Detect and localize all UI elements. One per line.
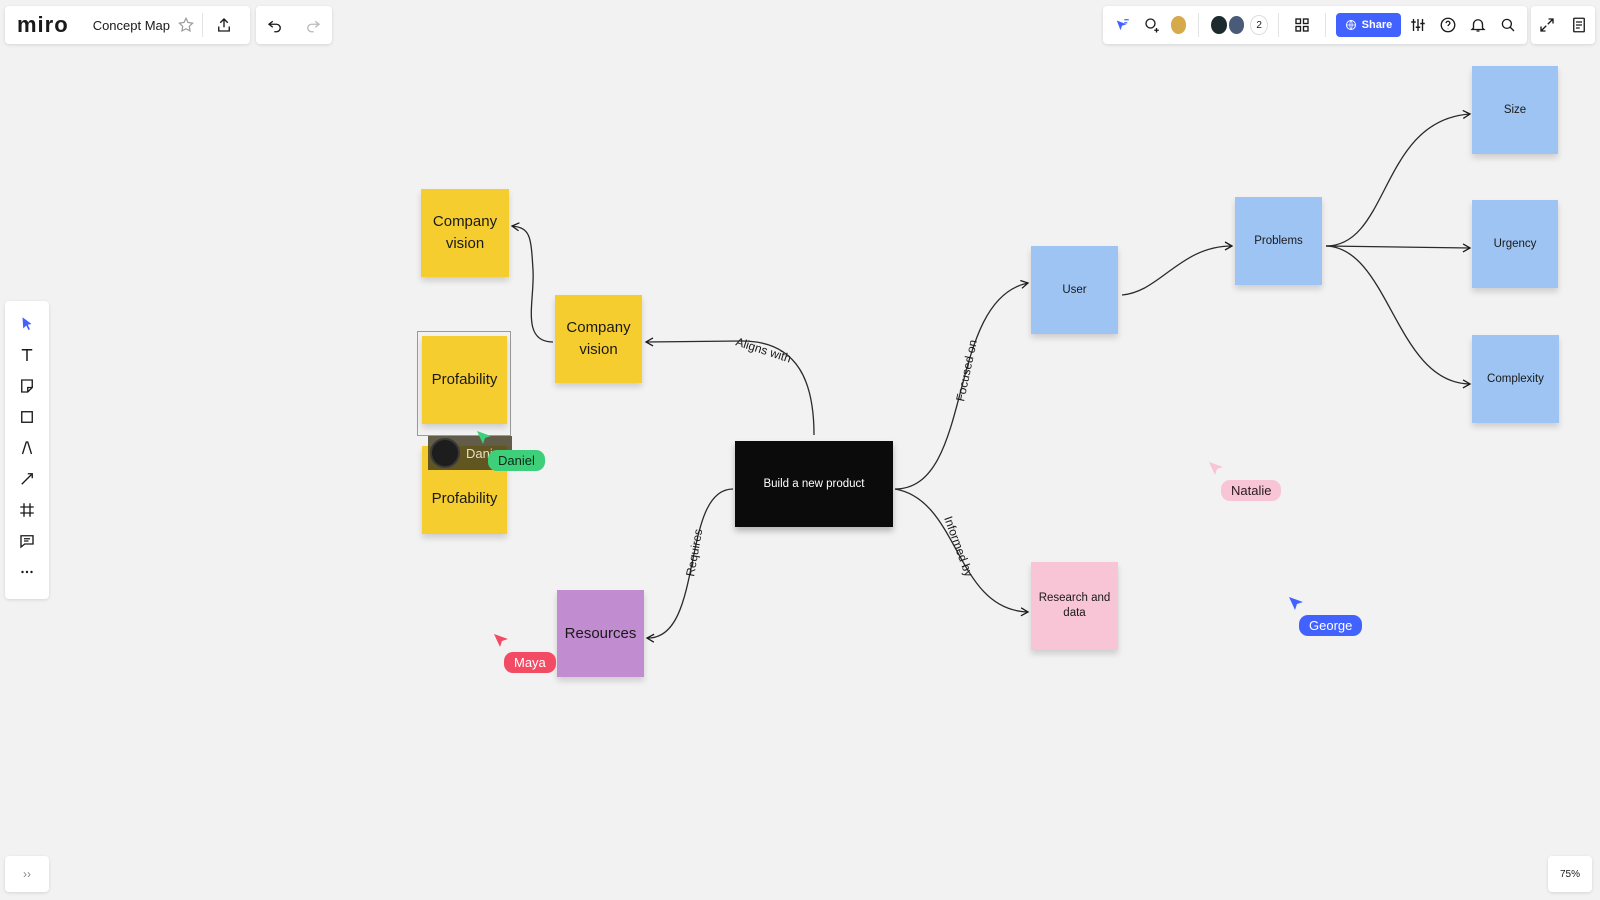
natalie-cursor-icon	[1209, 462, 1223, 475]
connector-line[interactable]	[1121, 241, 1234, 296]
maya-cursor-icon	[494, 634, 508, 647]
cursor-label-maya: Maya	[504, 652, 556, 673]
connector-label-informed-by[interactable]: Informed by	[941, 514, 976, 578]
connector-label-requires[interactable]: Requires	[683, 528, 705, 578]
zoom-level[interactable]: 75%	[1548, 856, 1592, 892]
connector-label-aligns-with[interactable]: Aligns with	[734, 335, 793, 366]
sticky-note-company-vision[interactable]: Company vision	[555, 295, 642, 383]
expand-panel-button[interactable]: ››	[5, 856, 49, 892]
sticky-note-resources[interactable]: Resources	[557, 590, 644, 677]
connector-line[interactable]	[510, 222, 554, 343]
sticky-note-research-and-data[interactable]: Research and data	[1031, 562, 1118, 650]
sticky-note-user[interactable]: User	[1031, 246, 1118, 334]
cursor-label-george: George	[1299, 615, 1363, 636]
sticky-note-complexity[interactable]: Complexity	[1472, 335, 1559, 423]
sticky-note-urgency[interactable]: Urgency	[1472, 200, 1558, 288]
avatar	[430, 438, 460, 468]
double-chevron-right-icon: ››	[23, 867, 31, 881]
connector-line[interactable]	[1325, 245, 1472, 389]
connector-line[interactable]	[1325, 243, 1472, 253]
cursor-label-daniel: Daniel	[488, 450, 545, 471]
cursor-label-natalie: Natalie	[1221, 480, 1282, 501]
sticky-note-company-vision[interactable]: Company vision	[421, 189, 509, 277]
sticky-note-problems[interactable]: Problems	[1235, 197, 1322, 285]
sticky-note-profitability[interactable]: Profability	[422, 336, 507, 424]
connector-label-focused-on[interactable]: Focused on	[953, 338, 980, 402]
sticky-note-size[interactable]: Size	[1472, 66, 1558, 154]
central-topic-card[interactable]: Build a new product	[735, 441, 893, 527]
george-cursor-icon	[1289, 597, 1303, 610]
connector-line[interactable]	[1325, 109, 1472, 247]
daniel-cursor-icon	[477, 431, 491, 444]
